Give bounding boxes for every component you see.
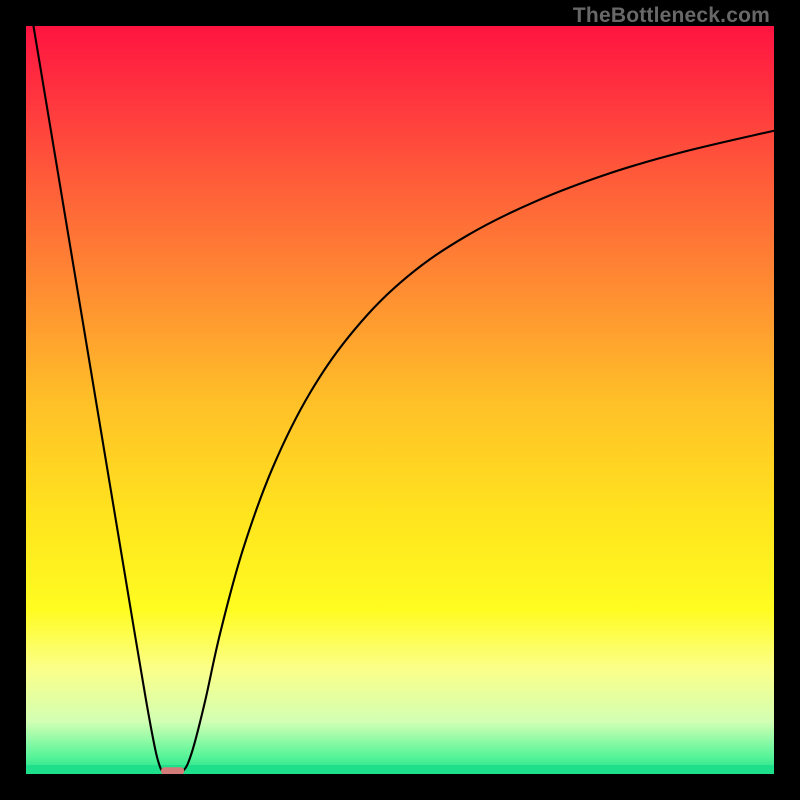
optimal-marker <box>161 767 184 774</box>
baseline-strip <box>26 765 774 774</box>
chart-frame <box>26 26 774 774</box>
gradient-background <box>26 26 774 774</box>
watermark-text: TheBottleneck.com <box>573 4 770 28</box>
chart-svg <box>26 26 774 774</box>
